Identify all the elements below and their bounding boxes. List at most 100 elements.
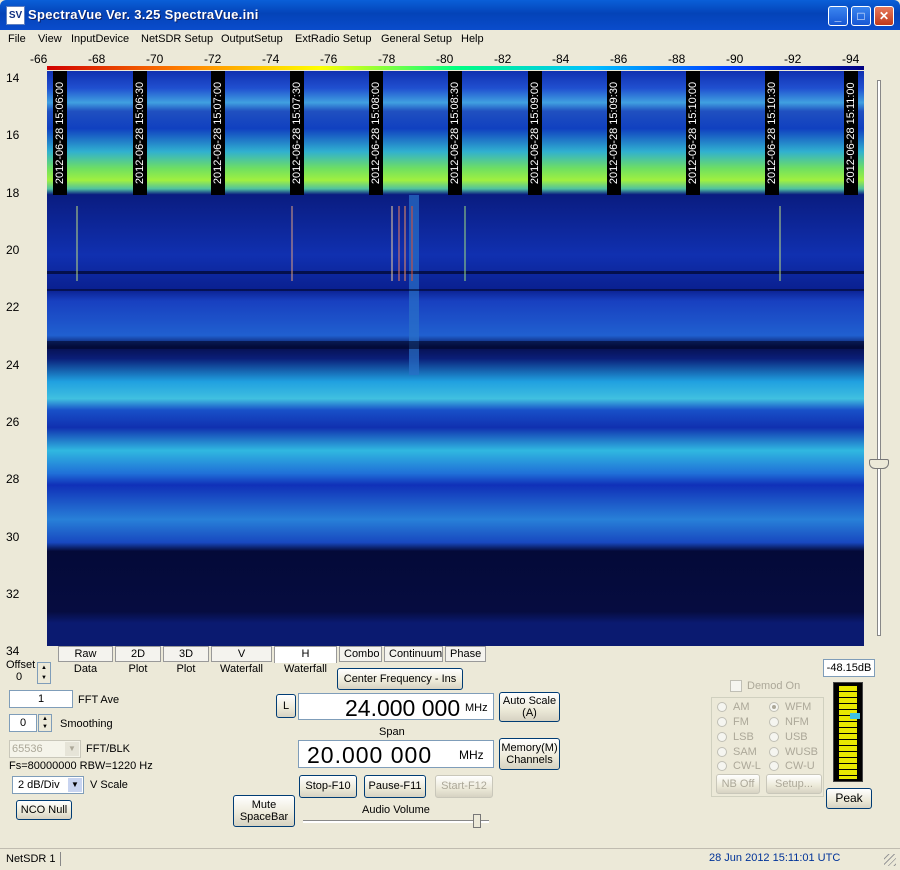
smoothing-spinner[interactable]: ▲ ▼ [38,714,52,732]
close-button[interactable]: ✕ [874,6,894,26]
y-axis-label: 34 [6,644,20,658]
vscale-select[interactable]: 2 dB/Div ▼ [12,776,84,794]
timestamp-label: 2012-06-28 15:08:00 [369,71,383,195]
menu-view[interactable]: View [38,33,62,45]
y-axis-label: 28 [6,472,20,486]
menu-extradio-setup[interactable]: ExtRadio Setup [295,33,371,45]
tab-v-waterfall[interactable]: V Waterfall [211,646,272,675]
timestamp-label: 2012-06-28 15:07:30 [290,71,304,195]
fft-blk-select[interactable]: 65536 ▼ [9,740,81,758]
title-bar: SV SpectraVue Ver. 3.25 SpectraVue.ini _… [0,0,900,30]
tab-continuum[interactable]: Continuum [384,646,443,662]
vscale-label: V Scale [90,779,128,791]
span-label: Span [379,726,405,738]
scale-label: -82 [494,52,512,66]
peak-button[interactable]: Peak [826,788,872,809]
scale-label: -84 [552,52,570,66]
lock-l-button[interactable]: L [276,694,296,718]
timestamp-label: 2012-06-28 15:11:00 [844,71,858,195]
vertical-slider-track[interactable] [877,80,881,636]
smoothing-input[interactable]: 0 [9,714,37,732]
status-datetime: 28 Jun 2012 15:11:01 UTC [709,852,841,864]
audio-volume-label: Audio Volume [362,804,430,816]
span-value: 20.000 000 [307,742,433,768]
scale-label: -94 [842,52,860,66]
scale-label: -74 [262,52,280,66]
tab-combo[interactable]: Combo [339,646,382,662]
timestamp-label: 2012-06-28 15:09:00 [528,71,542,195]
stop-button[interactable]: Stop-F10 [299,775,357,798]
signal-level-readout: -48.15dB [823,659,875,677]
timestamp-label: 2012-06-28 15:10:00 [686,71,700,195]
mode-label-lsb: LSB [733,731,754,743]
radio-lsb[interactable] [717,732,727,742]
nco-null-button[interactable]: NCO Null [16,800,72,820]
nb-off-button[interactable]: NB Off [716,774,760,794]
maximize-button[interactable]: □ [851,6,871,26]
center-frequency-button[interactable]: Center Frequency - Ins [337,668,463,690]
center-frequency-value: 24.000 000 [345,695,461,721]
timestamp-label: 2012-06-28 15:09:30 [607,71,621,195]
status-bar: NetSDR 1 28 Jun 2012 15:11:01 UTC [0,848,900,870]
signal-meter [833,682,863,782]
scale-label: -76 [320,52,338,66]
scale-label: -92 [784,52,802,66]
vertical-slider-thumb[interactable] [869,459,889,469]
offset-label: Offset [6,659,36,671]
tab-h-waterfall[interactable]: H Waterfall [274,646,337,675]
auto-scale-button[interactable]: Auto Scale (A) [499,692,560,722]
radio-cw-l[interactable] [717,761,727,771]
radio-nfm[interactable] [769,717,779,727]
app-icon[interactable]: SV [6,6,25,25]
radio-usb[interactable] [769,732,779,742]
smoothing-label: Smoothing [60,718,113,730]
mode-label-cw-l: CW-L [733,760,761,772]
y-axis-label: 26 [6,415,20,429]
scale-label: -90 [726,52,744,66]
y-axis-label: 22 [6,300,20,314]
resize-grip-icon[interactable] [884,854,896,866]
center-frequency-display[interactable]: 24.000 000 MHz [298,693,494,721]
audio-volume-track[interactable] [303,820,489,823]
status-divider [60,852,61,866]
demod-on-checkbox[interactable] [730,680,742,692]
menu-general-setup[interactable]: General Setup [381,33,452,45]
dropdown-arrow-icon: ▼ [68,778,82,792]
scale-label: -88 [668,52,686,66]
minimize-button[interactable]: _ [828,6,848,26]
menu-file[interactable]: File [8,33,26,45]
window-title: SpectraVue Ver. 3.25 SpectraVue.ini [28,7,259,22]
mute-button[interactable]: Mute SpaceBar [233,795,295,827]
radio-wfm[interactable] [769,702,779,712]
menu-help[interactable]: Help [461,33,484,45]
meter-bar [839,685,857,779]
tab-3d-plot[interactable]: 3D Plot [163,646,209,675]
y-axis-label: 16 [6,128,20,142]
span-display[interactable]: 20.000 000 MHz [298,740,494,768]
audio-volume-thumb[interactable] [473,814,481,828]
tab-2d-plot[interactable]: 2D Plot [115,646,161,675]
setup-button[interactable]: Setup... [766,774,822,794]
menu-inputdevice[interactable]: InputDevice [71,33,129,45]
mode-label-sam: SAM [733,746,757,758]
offset-spinner[interactable]: ▲ ▼ [37,662,51,684]
pause-button[interactable]: Pause-F11 [364,775,426,798]
y-axis-label: 32 [6,587,20,601]
meter-peak-marker [850,713,860,719]
y-axis-label: 24 [6,358,20,372]
radio-fm[interactable] [717,717,727,727]
start-button[interactable]: Start-F12 [435,775,493,798]
y-axis-label: 14 [6,71,20,85]
scale-label: -78 [378,52,396,66]
radio-am[interactable] [717,702,727,712]
tab-raw-data[interactable]: Raw Data [58,646,113,675]
radio-cw-u[interactable] [769,761,779,771]
radio-sam[interactable] [717,747,727,757]
fft-ave-input[interactable]: 1 [9,690,73,708]
tab-phase[interactable]: Phase [445,646,486,662]
menu-netsdr-setup[interactable]: NetSDR Setup [141,33,213,45]
memory-channels-button[interactable]: Memory(M) Channels [499,738,560,770]
h-waterfall-display[interactable]: 2012-06-28 15:06:00 2012-06-28 15:06:30 … [47,71,864,646]
menu-outputsetup[interactable]: OutputSetup [221,33,283,45]
radio-wusb[interactable] [769,747,779,757]
